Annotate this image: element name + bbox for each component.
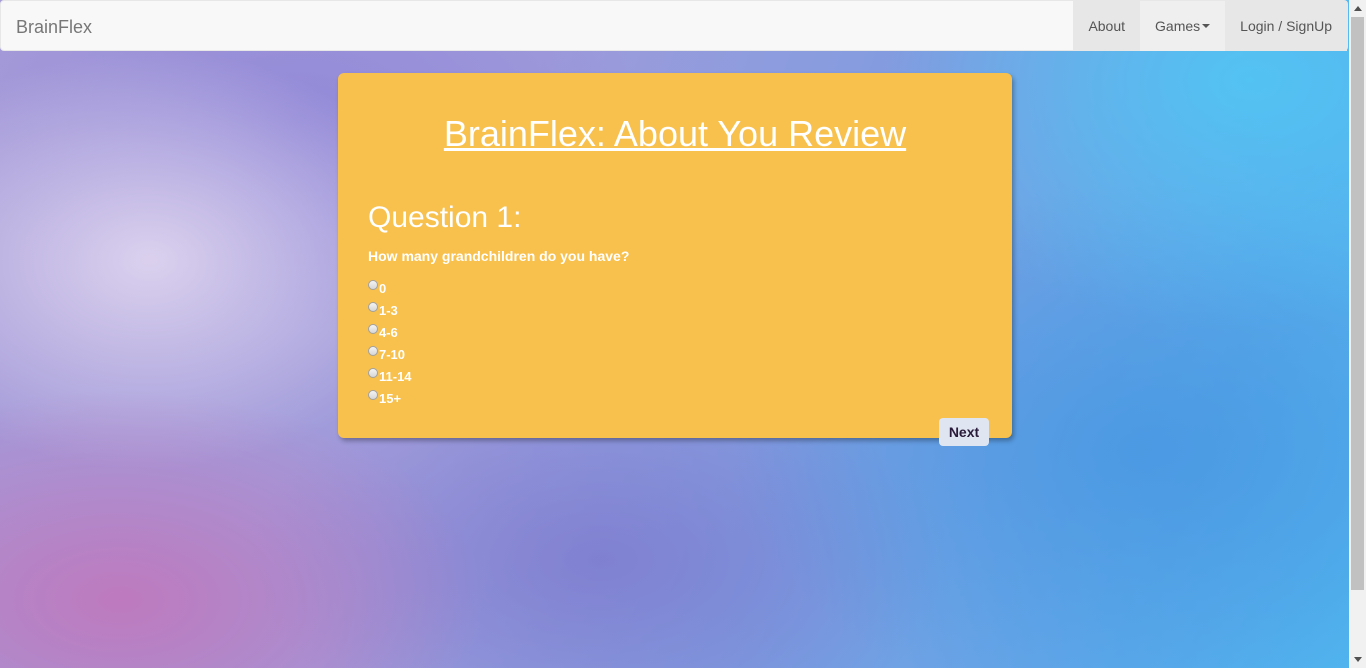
- quiz-title: BrainFlex: About You Review: [443, 113, 907, 154]
- answer-option-label: 15+: [379, 391, 402, 406]
- answer-option-label: 7-10: [379, 347, 406, 362]
- brand-link[interactable]: BrainFlex: [16, 1, 92, 52]
- radio-button[interactable]: [368, 390, 378, 400]
- radio-button[interactable]: [368, 346, 378, 356]
- answer-option-label: 0: [379, 281, 387, 296]
- quiz-card: BrainFlex: About You Review Question 1: …: [338, 73, 1012, 446]
- nav-item-games-label: Games: [1155, 18, 1201, 34]
- arrow-up-icon: [1353, 6, 1362, 11]
- answer-option-11-14[interactable]: 11-14: [368, 367, 412, 389]
- answer-option-label: 4-6: [379, 325, 398, 340]
- answer-option-1-3[interactable]: 1-3: [368, 301, 412, 323]
- nav-item-login-signup[interactable]: Login / SignUp: [1225, 1, 1347, 51]
- answer-option-label: 1-3: [379, 303, 398, 318]
- scrollbar-thumb[interactable]: [1351, 17, 1364, 590]
- nav-menu: About Games Login / SignUp: [1073, 1, 1347, 51]
- answer-option-0[interactable]: 0: [368, 279, 412, 301]
- answer-option-4-6[interactable]: 4-6: [368, 323, 412, 345]
- nav-item-about[interactable]: About: [1073, 1, 1141, 51]
- top-navbar: BrainFlex About Games Login / SignUp: [0, 0, 1348, 51]
- nav-item-games-dropdown[interactable]: Games: [1140, 1, 1226, 51]
- next-button[interactable]: Next: [939, 418, 989, 446]
- caret-down-icon: [1202, 24, 1211, 28]
- answer-option-label: 11-14: [379, 369, 412, 384]
- answer-option-7-10[interactable]: 7-10: [368, 345, 412, 367]
- radio-button[interactable]: [368, 324, 378, 334]
- question-text: How many grandchildren do you have?: [368, 248, 630, 264]
- vertical-scrollbar[interactable]: [1349, 0, 1366, 668]
- radio-button[interactable]: [368, 368, 378, 378]
- question-heading: Question 1:: [368, 201, 522, 234]
- nav-item-about-label: About: [1088, 18, 1126, 34]
- radio-button[interactable]: [368, 280, 378, 290]
- answer-option-15-plus[interactable]: 15+: [368, 389, 412, 411]
- scroll-down-button[interactable]: [1349, 651, 1366, 668]
- scroll-up-button[interactable]: [1349, 0, 1366, 17]
- radio-button[interactable]: [368, 302, 378, 312]
- answer-options: 0 1-3 4-6 7-10 11-14 15+: [368, 279, 412, 411]
- arrow-down-icon: [1353, 657, 1362, 662]
- nav-item-login-label: Login / SignUp: [1240, 18, 1332, 34]
